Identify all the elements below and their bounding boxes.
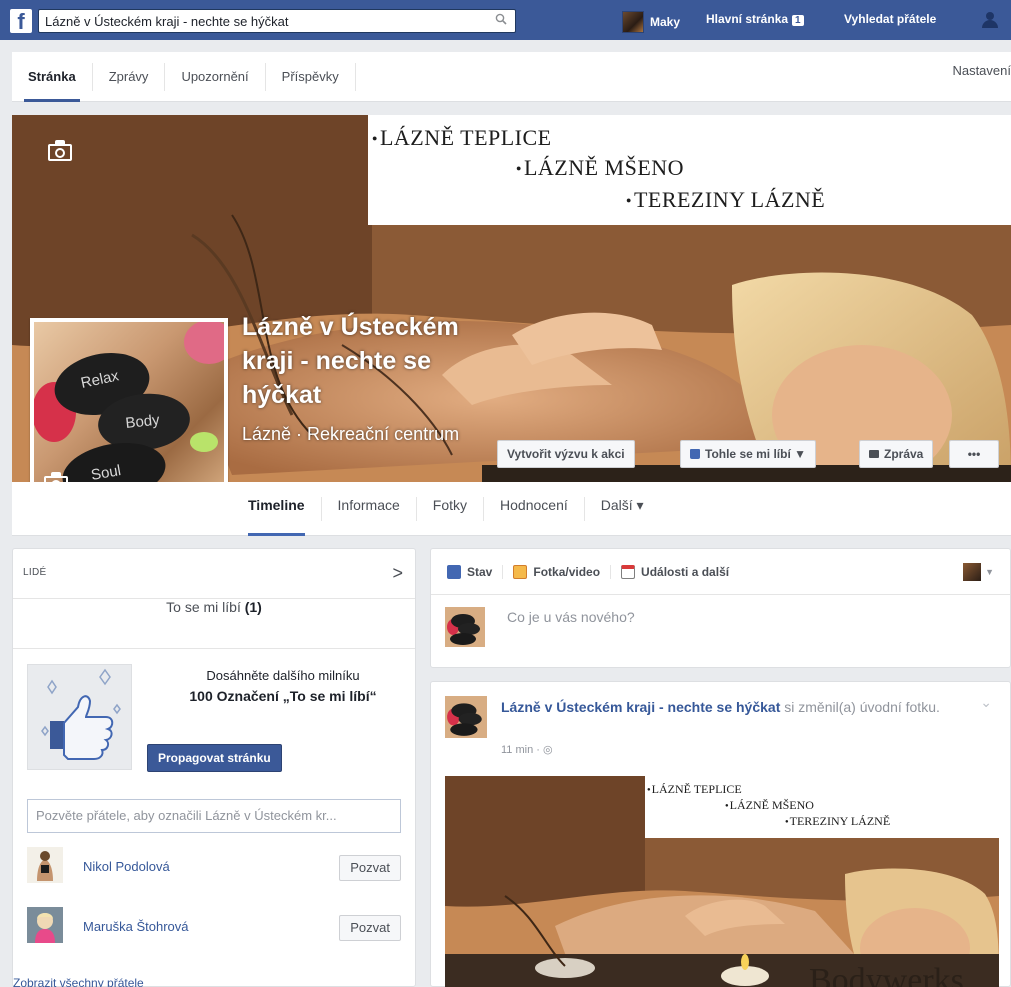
tab-notifications[interactable]: Upozornění [165, 62, 266, 91]
tab-photos[interactable]: Fotky [417, 496, 485, 521]
tab-timeline[interactable]: Timeline [232, 496, 322, 536]
post-as-selector[interactable]: ▼ [963, 563, 994, 581]
friend-row: Maruška Štohrová Pozvat [27, 907, 401, 947]
milestone-section: Dosáhněte dalšího milníku 100 Označení „… [13, 650, 415, 775]
post-options-chevron-icon[interactable]: ⌄ [980, 694, 992, 711]
user-name: Maky [650, 15, 681, 29]
post-image-banner: LÁZNĚ TEPLICE LÁZNĚ MŠENO TEREZINY LÁZNĚ [645, 776, 999, 838]
tab-settings[interactable]: Nastavení [952, 63, 1011, 78]
people-card: LIDÉ > To se mi líbí (1) Dosáhněte další… [12, 548, 416, 987]
post-cover-image[interactable]: LÁZNĚ TEPLICE LÁZNĚ MŠENO TEREZINY LÁZNĚ… [445, 776, 999, 987]
composer-input[interactable]: Co je u vás nového? [507, 609, 635, 625]
post-author-name[interactable]: Lázně v Ústeckém kraji - nechte se hýčka… [501, 699, 780, 715]
message-button-label: Zpráva [884, 447, 924, 461]
cover-banner-line-1: LÁZNĚ TEPLICE [372, 125, 552, 151]
chevron-right-icon[interactable]: > [392, 563, 403, 584]
post-banner-line-2: LÁZNĚ MŠENO [725, 798, 814, 813]
more-options-button[interactable]: ••• [949, 440, 999, 468]
milestone-heading: Dosáhněte dalšího milníku [206, 668, 360, 683]
user-avatar [622, 11, 644, 33]
facebook-logo-icon[interactable]: f [10, 9, 32, 34]
page-sub-nav: Timeline Informace Fotky Hodnocení Další… [232, 482, 1011, 536]
post-timestamp[interactable]: 11 min · ◎ [501, 743, 553, 756]
promote-page-button[interactable]: Propagovat stránku [147, 744, 282, 772]
likes-label: To se mi líbí [166, 599, 241, 615]
message-button[interactable]: Zpráva [859, 440, 934, 468]
user-profile-link[interactable]: Maky [622, 11, 680, 33]
invite-button[interactable]: Pozvat [339, 855, 401, 881]
post-author-avatar[interactable] [445, 696, 487, 738]
home-label: Hlavní stránka [706, 12, 789, 26]
composer-tab-status-label: Stav [467, 564, 493, 579]
friend-requests-icon[interactable] [982, 12, 1002, 28]
home-count-badge: 1 [792, 15, 804, 26]
message-icon [869, 450, 879, 458]
like-button[interactable]: Tohle se mi líbí ▼ [680, 440, 817, 468]
tab-page[interactable]: Stránka [12, 62, 93, 102]
friend-avatar[interactable] [27, 907, 63, 943]
find-friends-link[interactable]: Vyhledat přátele [844, 12, 936, 26]
search-icon[interactable] [495, 13, 507, 28]
post-header: Lázně v Ústeckém kraji - nechte se hýčka… [501, 697, 961, 717]
see-all-friends-link[interactable]: Zobrazit všechny přátele [13, 976, 144, 987]
post-composer: Stav Fotka/video Události a další ▼ Co j… [430, 548, 1011, 668]
composer-tab-photo-label: Fotka/video [533, 564, 601, 579]
call-to-action-button[interactable]: Vytvořit výzvu k akci [497, 440, 635, 468]
search-box[interactable] [38, 9, 516, 33]
invite-button[interactable]: Pozvat [339, 915, 401, 941]
likes-summary[interactable]: To se mi líbí (1) [13, 599, 415, 649]
people-title: LIDÉ [23, 567, 47, 578]
photo-icon [513, 564, 528, 579]
invite-friends-input[interactable]: Pozvěte přátele, aby označili Lázně v Ús… [27, 799, 401, 833]
tab-more[interactable]: Další ▾ [585, 497, 660, 521]
page-avatar-small [963, 563, 982, 581]
thumbs-up-icon [690, 449, 700, 459]
composer-tab-status[interactable]: Stav [447, 564, 504, 579]
tab-reviews[interactable]: Hodnocení [484, 496, 585, 521]
milestone-thumbs-up-icon [27, 664, 132, 770]
post-banner-line-1: LÁZNĚ TEPLICE [647, 782, 742, 797]
home-link[interactable]: Hlavní stránka 1 [706, 12, 804, 26]
post-action: si změnil(a) úvodní fotku. [784, 699, 940, 715]
page-name[interactable]: Lázně v Ústeckém kraji - nechte se hýčka… [242, 310, 502, 412]
post-banner-line-3: TEREZINY LÁZNĚ [785, 814, 891, 829]
milestone-goal: 100 Označení „To se mi líbí“ [189, 688, 377, 704]
tab-messages[interactable]: Zprávy [93, 62, 166, 91]
search-input[interactable] [39, 10, 479, 32]
cover-banner: LÁZNĚ TEPLICE LÁZNĚ MŠENO TEREZINY LÁZNĚ [368, 115, 1011, 225]
composer-tab-events-label: Události a další [641, 564, 730, 579]
people-header[interactable]: LIDÉ > [13, 549, 415, 599]
page-category[interactable]: Lázně · Rekreační centrum [242, 423, 462, 445]
friend-avatar[interactable] [27, 847, 63, 883]
friend-name[interactable]: Nikol Podolová [83, 859, 170, 874]
top-bar: f Maky Hlavní stránka1 Vyhledat přátele [0, 0, 1011, 40]
pencil-icon [447, 564, 461, 579]
composer-tab-events[interactable]: Události a další [621, 564, 739, 579]
likes-count: (1) [244, 599, 262, 615]
stone-label-body: Body [125, 411, 161, 432]
cover-banner-line-2: LÁZNĚ MŠENO [516, 155, 684, 181]
tab-posts[interactable]: Příspěvky [266, 62, 356, 91]
friend-name[interactable]: Maruška Štohrová [83, 919, 189, 934]
subnav-spacer [12, 482, 232, 536]
tab-about[interactable]: Informace [322, 496, 417, 521]
post-image-watermark: Bodywerks [809, 962, 964, 987]
composer-body[interactable]: Co je u vás nového? [431, 595, 1010, 667]
cover-banner-line-3: TEREZINY LÁZNĚ [626, 187, 825, 213]
page-avatar [445, 607, 485, 647]
timeline-post: Lázně v Ústeckém kraji - nechte se hýčka… [430, 681, 1011, 987]
change-cover-camera-icon[interactable] [46, 140, 74, 162]
friend-row: Nikol Podolová Pozvat [27, 847, 401, 887]
calendar-icon [621, 564, 636, 579]
page-admin-nav: Stránka Zprávy Upozornění Příspěvky Nast… [12, 52, 1011, 102]
like-button-label: Tohle se mi líbí ▼ [705, 447, 807, 461]
chevron-down-icon: ▼ [985, 567, 994, 577]
composer-tab-photo[interactable]: Fotka/video [513, 564, 612, 579]
composer-tabs: Stav Fotka/video Události a další [431, 549, 1010, 595]
